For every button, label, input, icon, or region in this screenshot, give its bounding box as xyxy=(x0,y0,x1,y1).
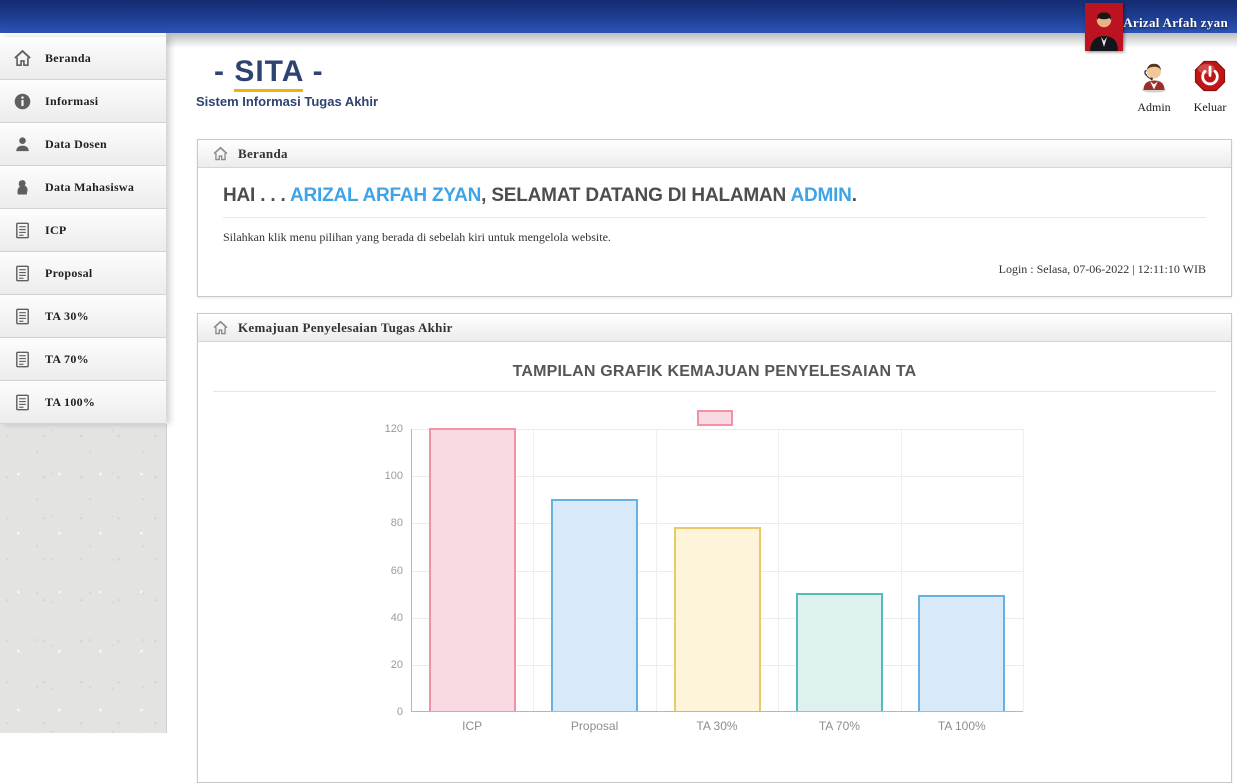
login-timestamp: Login : Selasa, 07-06-2022 | 12:11:10 WI… xyxy=(223,262,1206,277)
sidebar-item-proposal[interactable]: Proposal xyxy=(0,252,166,295)
sidebar-background-texture xyxy=(0,424,167,733)
logo-underline: SITA xyxy=(234,55,303,92)
document-icon xyxy=(13,350,32,369)
chart-bar-proposal xyxy=(551,499,638,711)
sidebar-menu: Beranda Informasi Data Dosen Data Mahasiswa… xyxy=(0,37,166,424)
y-axis-tick-label: 100 xyxy=(357,470,403,482)
sidebar-item-data-dosen[interactable]: Data Dosen xyxy=(0,123,166,166)
sidebar-item-label: Beranda xyxy=(45,51,91,66)
sidebar-item-ta-70[interactable]: TA 70% xyxy=(0,338,166,381)
gridline xyxy=(533,429,534,712)
sidebar-item-label: Informasi xyxy=(45,94,98,109)
divider xyxy=(223,217,1206,218)
admin-button-label: Admin xyxy=(1131,100,1177,115)
x-axis-tick-label: TA 100% xyxy=(907,719,1017,733)
x-axis-tick-label: ICP xyxy=(417,719,527,733)
sidebar-item-label: ICP xyxy=(45,223,67,238)
gridline xyxy=(656,429,657,712)
top-navbar xyxy=(0,0,1237,33)
x-axis-tick-label: TA 30% xyxy=(662,719,772,733)
chart-bar-ta-70 xyxy=(796,593,883,711)
student-icon xyxy=(13,178,32,197)
sidebar-item-ta-100[interactable]: TA 100% xyxy=(0,381,166,424)
sidebar-item-label: TA 30% xyxy=(45,309,89,324)
y-axis-tick-label: 20 xyxy=(357,659,403,671)
profile-photo[interactable] xyxy=(1085,3,1123,51)
app-logo: - SITA - Sistem Informasi Tugas Akhir xyxy=(196,55,378,109)
chart-bar-icp xyxy=(429,428,516,711)
sidebar-item-ta-30[interactable]: TA 30% xyxy=(0,295,166,338)
chart-title: TAMPILAN GRAFIK KEMAJUAN PENYELESAIAN TA xyxy=(198,363,1231,381)
info-icon xyxy=(13,92,32,111)
sidebar-item-data-mahasiswa[interactable]: Data Mahasiswa xyxy=(0,166,166,209)
beranda-panel: Beranda HAI . . . ARIZAL ARFAH ZYAN, SEL… xyxy=(197,139,1232,297)
welcome-username-highlight: ARIZAL ARFAH ZYAN xyxy=(290,185,481,206)
y-axis-line xyxy=(411,429,412,712)
chart-panel: Kemajuan Penyelesaian Tugas Akhir TAMPIL… xyxy=(197,313,1232,783)
gridline xyxy=(901,429,902,712)
beranda-panel-body: HAI . . . ARIZAL ARFAH ZYAN, SELAMAT DAT… xyxy=(198,168,1231,277)
document-icon xyxy=(13,393,32,412)
y-axis-tick-label: 40 xyxy=(357,612,403,624)
document-icon xyxy=(13,264,32,283)
logged-in-username: Arizal Arfah zyan xyxy=(1123,15,1228,31)
gridline xyxy=(1023,429,1024,712)
logout-button-label: Keluar xyxy=(1187,100,1233,115)
profile-photo-image xyxy=(1085,3,1123,51)
x-axis-tick-label: TA 70% xyxy=(784,719,894,733)
chart-panel-header: Kemajuan Penyelesaian Tugas Akhir xyxy=(198,314,1231,342)
divider xyxy=(213,391,1216,392)
sidebar-item-icp[interactable]: ICP xyxy=(0,209,166,252)
y-axis-tick-label: 80 xyxy=(357,517,403,529)
y-axis-tick-label: 0 xyxy=(357,706,403,718)
beranda-panel-header: Beranda xyxy=(198,140,1231,168)
header-top-fade xyxy=(166,33,1237,48)
gridline xyxy=(778,429,779,712)
user-icon xyxy=(13,135,32,154)
document-icon xyxy=(13,221,32,240)
sidebar-item-label: Data Mahasiswa xyxy=(45,180,134,195)
welcome-role-highlight: ADMIN xyxy=(790,185,851,206)
app-logo-title: - SITA - xyxy=(214,55,378,89)
x-axis-line xyxy=(411,711,1023,712)
y-axis-tick-label: 120 xyxy=(357,423,403,435)
x-axis-tick-label: Proposal xyxy=(540,719,650,733)
logout-button[interactable]: Keluar xyxy=(1187,59,1233,115)
beranda-panel-title: Beranda xyxy=(238,146,288,162)
admin-icon xyxy=(1138,59,1170,93)
chart-legend-swatch[interactable] xyxy=(697,410,733,426)
chart-panel-title: Kemajuan Penyelesaian Tugas Akhir xyxy=(238,320,453,336)
sidebar-item-label: TA 100% xyxy=(45,395,95,410)
chart-bar-ta-30 xyxy=(674,527,761,711)
home-icon xyxy=(212,320,229,336)
chart-canvas: 020406080100120ICPProposalTA 30%TA 70%TA… xyxy=(411,429,1023,712)
admin-button[interactable]: Admin xyxy=(1131,59,1177,115)
sidebar-item-label: TA 70% xyxy=(45,352,89,367)
y-axis-tick-label: 60 xyxy=(357,565,403,577)
sidebar-item-label: Proposal xyxy=(45,266,93,281)
instruction-note: Silahkan klik menu pilihan yang berada d… xyxy=(223,230,1206,245)
power-icon xyxy=(1194,59,1226,93)
app-logo-subtitle: Sistem Informasi Tugas Akhir xyxy=(196,94,378,109)
document-icon xyxy=(13,307,32,326)
welcome-heading: HAI . . . ARIZAL ARFAH ZYAN, SELAMAT DAT… xyxy=(223,185,1206,207)
home-icon xyxy=(13,49,32,68)
sidebar-item-beranda[interactable]: Beranda xyxy=(0,37,166,80)
sidebar-item-label: Data Dosen xyxy=(45,137,107,152)
home-icon xyxy=(212,146,229,162)
chart-bar-ta-100 xyxy=(918,595,1005,711)
sidebar-item-informasi[interactable]: Informasi xyxy=(0,80,166,123)
